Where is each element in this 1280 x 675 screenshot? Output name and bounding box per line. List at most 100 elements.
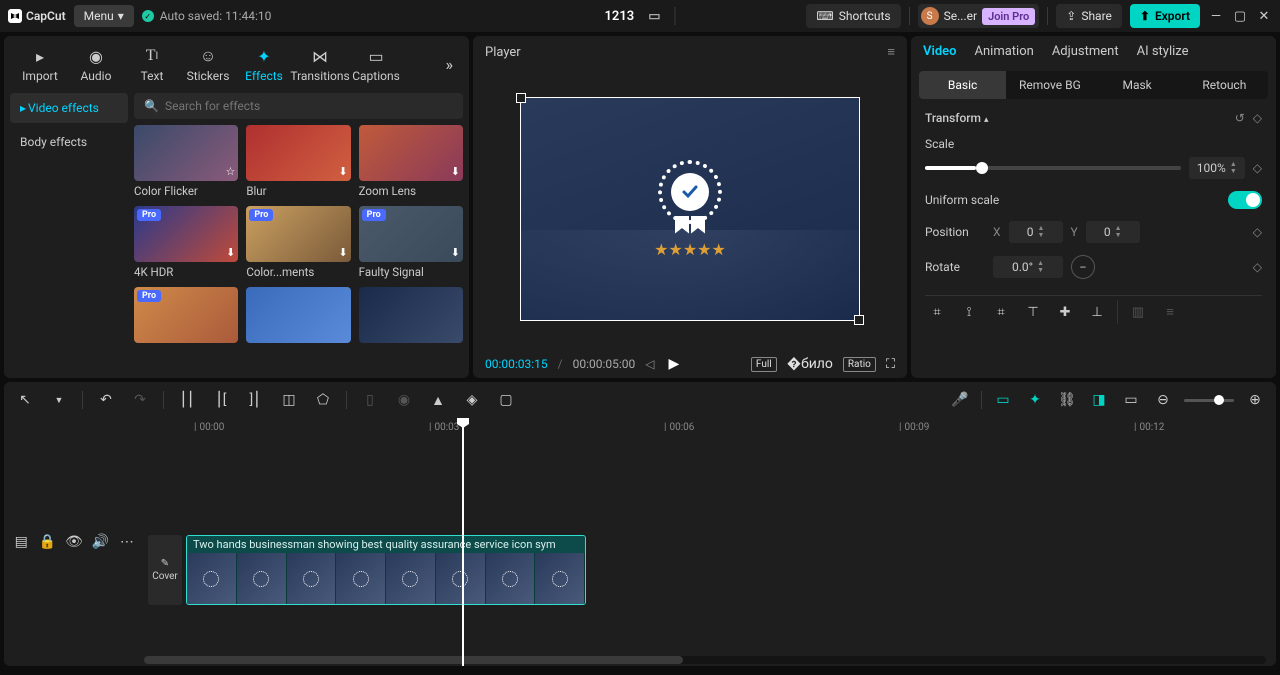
effects-grid[interactable]: ☆Color Flicker ⬇Blur ⬇Zoom Lens Pro⬇4K H…	[134, 125, 463, 343]
pos-x-input[interactable]: 0▲▼	[1009, 221, 1063, 243]
prev-frame-button[interactable]: ◁	[645, 357, 654, 371]
transform-section[interactable]: Transform ▴ ↺ ◇	[925, 111, 1262, 125]
effect-card[interactable]: ⬇Blur	[246, 125, 350, 198]
crop-tool[interactable]: ▢	[495, 389, 517, 411]
effect-card[interactable]: ☆Color Flicker	[134, 125, 238, 198]
track-add-button[interactable]: ▤	[12, 531, 30, 553]
marker-button[interactable]: ⬠	[312, 389, 334, 411]
distribute-h-button[interactable]: ▥	[1126, 300, 1150, 324]
shortcuts-button[interactable]: ⌨ Shortcuts	[806, 4, 900, 28]
effect-card[interactable]	[359, 287, 463, 343]
download-icon[interactable]: ⬇	[226, 246, 235, 259]
track-more-button[interactable]: ⋯	[118, 531, 136, 553]
pos-y-input[interactable]: 0▲▼	[1086, 221, 1140, 243]
ratio-button[interactable]: Ratio	[843, 357, 876, 372]
zoom-in-button[interactable]: ⊕	[1244, 389, 1266, 411]
timeline-tracks[interactable]: 00:00 00:03 00:06 00:09 00:12 ✎ Cover Tw…	[144, 418, 1276, 666]
side-video-effects[interactable]: ▸Video effects	[10, 93, 128, 123]
join-pro-badge[interactable]: Join Pro	[982, 8, 1035, 25]
player-menu-icon[interactable]: ≡	[887, 44, 895, 60]
tab-captions[interactable]: ▭Captions	[348, 42, 404, 87]
keyframe-icon[interactable]: ◇	[1253, 260, 1262, 274]
reverse-button[interactable]: ◉	[393, 389, 415, 411]
align-right-button[interactable]: ⌗	[989, 300, 1013, 324]
tab-stickers[interactable]: ☺Stickers	[180, 42, 236, 87]
track-lock-button[interactable]: 🔒	[38, 531, 56, 553]
download-icon[interactable]: ⬇	[451, 246, 460, 259]
keyframe-icon[interactable]: ◇	[1253, 111, 1262, 125]
crop-button[interactable]: ◫	[278, 389, 300, 411]
stepper-icon[interactable]: ▲▼	[1037, 260, 1044, 274]
cover-button[interactable]: ✎ Cover	[148, 535, 182, 605]
effect-card[interactable]: Pro⬇4K HDR	[134, 206, 238, 279]
zoom-slider[interactable]	[1184, 399, 1234, 402]
link-button[interactable]: ✦	[1024, 389, 1046, 411]
effect-card[interactable]: ⬇Zoom Lens	[359, 125, 463, 198]
mirror-button[interactable]: –	[1071, 255, 1095, 279]
uniform-toggle[interactable]	[1228, 191, 1262, 209]
effect-card[interactable]	[246, 287, 350, 343]
keyframe-icon[interactable]: ◇	[1253, 161, 1262, 175]
insp-tab-adjustment[interactable]: Adjustment	[1052, 44, 1119, 65]
close-button[interactable]: ✕	[1256, 8, 1272, 24]
tab-audio[interactable]: ◉Audio	[68, 42, 124, 87]
stepper-icon[interactable]: ▲▼	[1037, 225, 1044, 239]
effects-search[interactable]: 🔍	[134, 93, 463, 119]
fullscreen-button[interactable]: Full	[751, 357, 777, 372]
split-right-button[interactable]: ]⎮	[244, 389, 266, 411]
insp-tab-ai[interactable]: AI stylize	[1137, 44, 1189, 65]
tool-dropdown[interactable]: ▼	[48, 389, 70, 411]
effect-card[interactable]: Pro⬇Color...ments	[246, 206, 350, 279]
focus-icon[interactable]: �било	[787, 356, 833, 372]
sub-retouch[interactable]: Retouch	[1181, 71, 1268, 99]
split-left-button[interactable]: ⎮[	[210, 389, 232, 411]
align-center-h-button[interactable]: ⟟	[957, 300, 981, 324]
tab-text[interactable]: TIText	[124, 42, 180, 87]
video-frame[interactable]: ★★★★★	[520, 97, 860, 321]
effect-card[interactable]: Pro⬇Faulty Signal	[359, 206, 463, 279]
align-left-button[interactable]: ⌗	[925, 300, 949, 324]
rotate-tool[interactable]: ◈	[461, 389, 483, 411]
tab-import[interactable]: ▸Import	[12, 42, 68, 87]
effect-card[interactable]: Pro	[134, 287, 238, 343]
minimize-button[interactable]: —	[1208, 8, 1224, 24]
insp-tab-animation[interactable]: Animation	[975, 44, 1034, 65]
project-name[interactable]: 1213	[604, 9, 634, 24]
magnet-button[interactable]: ▭	[992, 389, 1014, 411]
account-button[interactable]: S Se...er Join Pro	[918, 4, 1040, 28]
sub-basic[interactable]: Basic	[919, 71, 1006, 99]
download-icon[interactable]: ⬇	[451, 165, 460, 178]
track-mute-button[interactable]: 🔊	[91, 531, 109, 553]
snap-button[interactable]: ◨	[1088, 389, 1110, 411]
zoom-out-button[interactable]: ⊖	[1152, 389, 1174, 411]
track-visibility-button[interactable]: 👁	[65, 531, 83, 553]
play-button[interactable]: ▶	[669, 356, 680, 372]
tab-transitions[interactable]: ⋈Transitions	[292, 42, 348, 87]
sub-removebg[interactable]: Remove BG	[1006, 71, 1093, 99]
search-input[interactable]	[165, 99, 453, 113]
redo-button[interactable]: ↷	[129, 389, 151, 411]
stepper-icon[interactable]: ▲▼	[1115, 225, 1122, 239]
stepper-icon[interactable]: ▲▼	[1230, 161, 1237, 175]
more-tabs-button[interactable]: »	[438, 51, 462, 78]
mirror-tool[interactable]: ▲	[427, 389, 449, 411]
horizontal-scrollbar[interactable]	[144, 656, 1266, 664]
chain-button[interactable]: ⛓	[1056, 389, 1078, 411]
side-body-effects[interactable]: Body effects	[10, 127, 128, 157]
rotate-input[interactable]: 0.0°▲▼	[993, 256, 1063, 278]
scrollbar-thumb[interactable]	[144, 656, 683, 664]
align-top-button[interactable]: ⊤	[1021, 300, 1045, 324]
player-viewport[interactable]: ★★★★★	[473, 68, 907, 350]
track-area[interactable]: ✎ Cover Two hands businessman showing be…	[144, 440, 1276, 660]
download-icon[interactable]: ⬇	[338, 246, 347, 259]
tab-effects[interactable]: ✦Effects	[236, 42, 292, 87]
export-button[interactable]: ⬆ Export	[1130, 4, 1200, 28]
scale-value[interactable]: 100%▲▼	[1189, 157, 1245, 179]
menu-button[interactable]: Menu ▾	[74, 5, 134, 27]
favorite-icon[interactable]: ☆	[225, 165, 235, 178]
scale-slider[interactable]	[925, 166, 1181, 170]
split-button[interactable]: ⎮⎮	[176, 389, 198, 411]
download-icon[interactable]: ⬇	[338, 165, 347, 178]
expand-icon[interactable]: ⛶	[886, 357, 895, 372]
reset-icon[interactable]: ↺	[1235, 111, 1245, 125]
